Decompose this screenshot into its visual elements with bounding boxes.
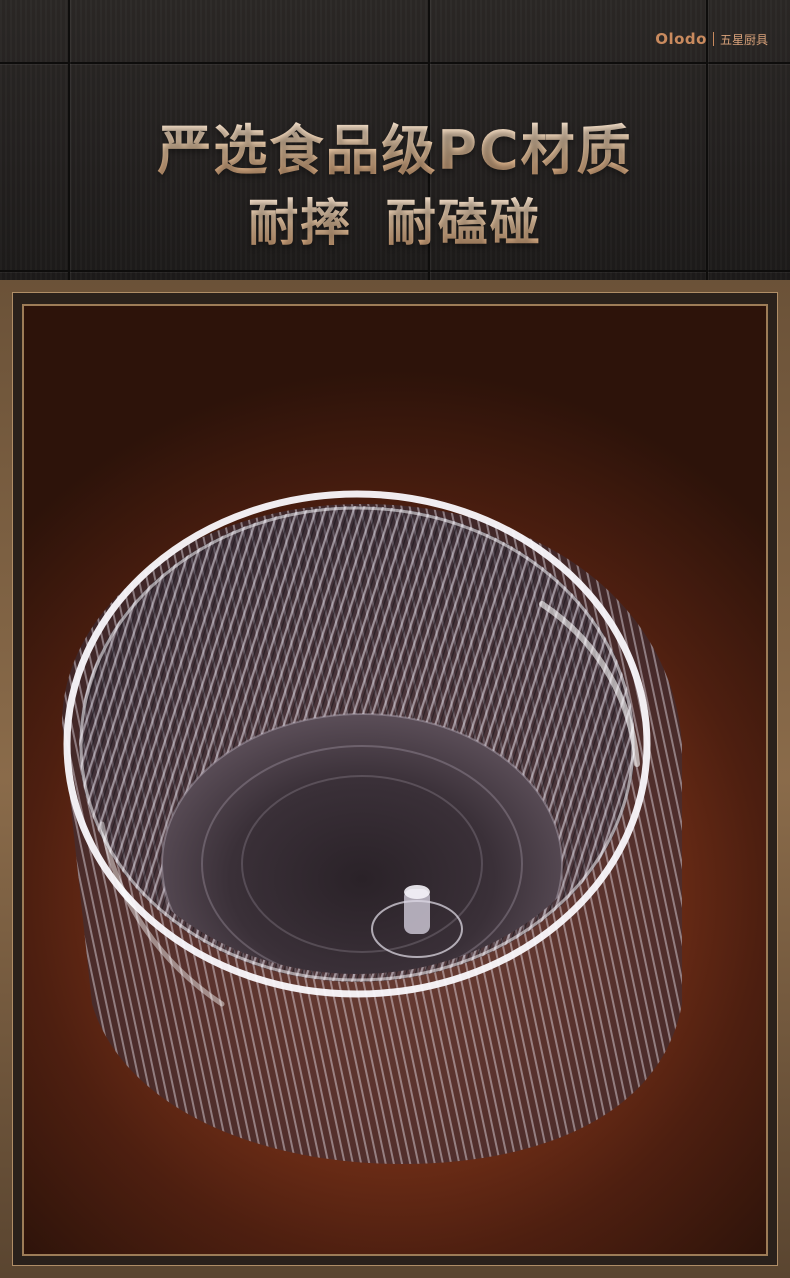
product-frame: [0, 280, 790, 1278]
headline-line-2: 耐摔 耐磕碰: [0, 183, 790, 255]
headline-line-1: 严选食品级PC材质: [0, 106, 790, 185]
product-frame-inner: [12, 292, 778, 1266]
brand-tagline: 五星厨具: [719, 32, 768, 47]
product-photo: [22, 304, 768, 1256]
panel-divider: [0, 62, 790, 64]
brand-logo: Olodo: [655, 30, 707, 48]
header-banner: Olodo 五星厨具 严选食品级PC材质 耐摔 耐磕碰: [0, 0, 790, 280]
panel-divider: [0, 270, 790, 272]
transparent-ribbed-cup-image: [62, 490, 682, 1164]
brand-mark: Olodo 五星厨具: [655, 30, 768, 48]
brand-separator: [712, 32, 714, 46]
